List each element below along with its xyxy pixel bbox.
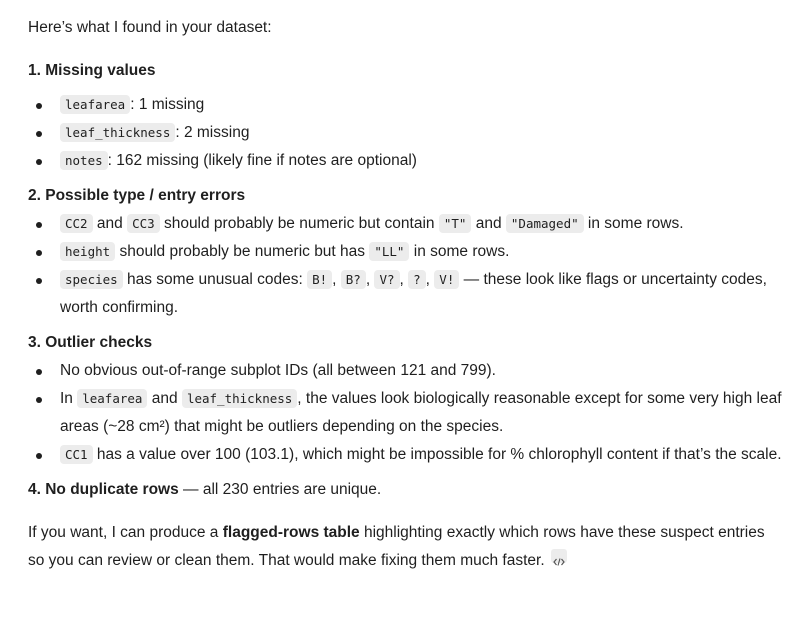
code-span: "T": [438, 214, 472, 233]
intro-text: Here’s what I found in your dataset:: [28, 19, 272, 36]
code-span: V?: [374, 270, 400, 289]
list-item: CC1 has a value over 100 (103.1), which …: [28, 441, 783, 469]
missing-values-list: leafarea: 1 missing leaf_thickness: 2 mi…: [28, 91, 783, 175]
list-item: In leafarea and leaf_thickness, the valu…: [28, 385, 783, 441]
outlier-checks-list: No obvious out-of-range subplot IDs (all…: [28, 357, 783, 469]
code-span: height: [60, 242, 116, 261]
list-item: species has some unusual codes: B!, B?, …: [28, 266, 783, 322]
code-span: species: [60, 270, 123, 289]
code-span: V!: [434, 270, 460, 289]
code-span: "LL": [369, 242, 410, 261]
list-item: leafarea: 1 missing: [28, 91, 783, 119]
code-span: ?: [408, 270, 426, 289]
list-item: height should probably be numeric but ha…: [28, 238, 783, 266]
code-span: leafarea: [60, 95, 131, 114]
code-span: "Damaged": [505, 214, 584, 233]
section-title-missing-values: 1. Missing values: [28, 62, 156, 79]
section-title-type-errors: 2. Possible type / entry errors: [28, 187, 246, 204]
no-duplicates-text: 4. No duplicate rows — all 230 entries a…: [28, 481, 382, 498]
chat-message: Here’s what I found in your dataset: 1. …: [0, 0, 797, 637]
code-span: leaf_thickness: [60, 123, 176, 142]
code-icon[interactable]: [550, 549, 567, 566]
code-span: CC1: [60, 445, 93, 464]
section-title-outlier-checks: 3. Outlier checks: [28, 334, 153, 351]
code-span: CC2: [60, 214, 93, 233]
code-span: B!: [307, 270, 333, 289]
code-span: notes: [60, 151, 108, 170]
flagged-rows-emphasis: flagged-rows table: [222, 524, 360, 541]
code-span: leafarea: [77, 389, 148, 408]
list-item: No obvious out-of-range subplot IDs (all…: [28, 357, 783, 385]
code-span: CC3: [127, 214, 160, 233]
list-item: notes: 162 missing (likely fine if notes…: [28, 147, 783, 175]
code-span: leaf_thickness: [181, 389, 298, 408]
list-item: CC2 and CC3 should probably be numeric b…: [28, 210, 783, 238]
code-span: B?: [340, 270, 366, 289]
section-title-no-duplicates: 4. No duplicate rows: [28, 481, 179, 498]
type-errors-list: CC2 and CC3 should probably be numeric b…: [28, 210, 783, 322]
list-item: leaf_thickness: 2 missing: [28, 119, 783, 147]
outro-text: If you want, I can produce a flagged-row…: [28, 524, 765, 569]
